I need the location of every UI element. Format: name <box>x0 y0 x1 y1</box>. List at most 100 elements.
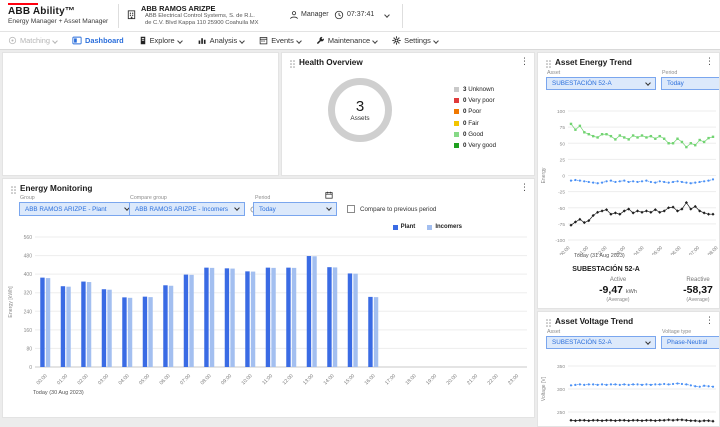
svg-text:17:00: 17:00 <box>384 373 397 385</box>
svg-text:05:00: 05:00 <box>651 245 664 255</box>
calendar-icon[interactable] <box>325 191 333 199</box>
svg-text:22:00: 22:00 <box>487 373 500 385</box>
svg-text:100: 100 <box>557 109 565 115</box>
app-title: ABB Ability™ <box>8 6 75 17</box>
svg-text:16:00: 16:00 <box>364 373 377 385</box>
building-icon <box>126 9 137 20</box>
svg-text:21:00: 21:00 <box>466 373 479 385</box>
svg-text:25: 25 <box>560 157 566 163</box>
drag-handle-icon[interactable] <box>290 60 295 68</box>
chevron-down-icon <box>239 38 245 44</box>
main-nav: Matching Dashboard Explore Analysis Even… <box>0 32 720 50</box>
nav-item-dashboard[interactable]: Dashboard <box>72 36 124 45</box>
svg-text:05:00: 05:00 <box>138 373 151 385</box>
asset-voltage-line-chart: 350300250Voltage [V] <box>538 354 720 427</box>
active-sub: (Average) <box>583 297 653 303</box>
line-chart-footer: Today (31 Aug 2023) <box>574 253 625 259</box>
svg-text:09:00: 09:00 <box>220 373 233 385</box>
bar-chart-legend: Plant Incomers <box>393 224 462 230</box>
svg-text:-50: -50 <box>558 206 565 212</box>
empty-widget-slot <box>2 52 279 176</box>
settings-icon <box>392 36 401 45</box>
asset-energy-line-chart: 1007550250-25-50-75-100Energy00:0001:000… <box>538 97 720 255</box>
svg-text:Energy: Energy <box>541 167 547 183</box>
asset-label: Asset <box>547 70 560 76</box>
chevron-down-icon <box>433 38 439 44</box>
company-name: ABB RAMOS ARIZPE <box>141 4 215 13</box>
voltage-type-select[interactable]: Phase-Neutral <box>661 336 720 349</box>
maintenance-icon <box>316 36 325 45</box>
analysis-icon <box>197 36 207 45</box>
chevron-down-icon <box>645 80 651 86</box>
clock-icon <box>334 10 344 20</box>
nav-item-maintenance[interactable]: Maintenance <box>316 36 377 45</box>
group-select[interactable]: ABB RAMOS ARIZPE - Plant <box>19 202 135 216</box>
header-divider <box>118 4 119 28</box>
time-display[interactable]: 07:37:41 <box>347 11 374 18</box>
chevron-down-icon <box>326 205 332 211</box>
svg-text:240: 240 <box>24 309 33 315</box>
svg-text:04:00: 04:00 <box>633 245 646 255</box>
time-chevron-down-icon[interactable] <box>384 12 390 18</box>
svg-text:480: 480 <box>24 254 33 260</box>
app-header: ABB Ability™ Energy Manager + Asset Mana… <box>0 0 720 32</box>
legend-item-very-poor: 0 Very poor <box>454 97 496 104</box>
drag-handle-icon[interactable] <box>11 186 16 194</box>
health-overview-panel: Health Overview ⋮ 3 Assets 3 Unknown 0 V… <box>281 52 535 176</box>
period-select[interactable]: Today <box>253 202 337 216</box>
period-select[interactable]: Today <box>661 77 720 90</box>
bar-chart-footer: Today (30 Aug 2023) <box>33 390 84 396</box>
energy-bar-chart: 080160240320400480560Energy [kWh]00:0001… <box>5 233 535 385</box>
nav-item-matching[interactable]: Matching <box>8 36 57 45</box>
asset-select[interactable]: SUBESTACIÓN 52-A <box>546 77 656 90</box>
svg-text:20:00: 20:00 <box>446 373 459 385</box>
health-donut-chart: 3 Assets <box>328 78 392 142</box>
nav-item-explore[interactable]: Explore <box>139 36 182 45</box>
svg-text:15:00: 15:00 <box>343 373 356 385</box>
legend-item-unknown: 3 Unknown <box>454 86 496 93</box>
legend-swatch <box>454 87 459 92</box>
svg-text:Energy [kWh]: Energy [kWh] <box>8 286 14 318</box>
reactive-value: -58,37 <box>663 284 720 296</box>
compare-group-label: Compare group <box>130 195 167 201</box>
svg-text:04:00: 04:00 <box>118 373 131 385</box>
compare-group-select[interactable]: ABB RAMOS ARIZPE - Incomers <box>129 202 245 216</box>
asset-select[interactable]: SUBESTACIÓN 52-A <box>546 336 656 349</box>
nav-item-events[interactable]: Events <box>259 36 301 45</box>
asset-label: Asset <box>547 329 560 335</box>
svg-text:-75: -75 <box>558 222 565 228</box>
drag-handle-icon[interactable] <box>546 319 551 327</box>
kebab-menu-icon[interactable]: ⋮ <box>705 315 714 325</box>
nav-item-settings[interactable]: Settings <box>392 36 438 45</box>
legend-item-poor: 0 Poor <box>454 108 496 115</box>
legend-item-plant: Plant <box>393 224 416 230</box>
asset-energy-trend-panel: Asset Energy Trend ⋮ Asset SUBESTACIÓN 5… <box>537 52 720 309</box>
compare-previous-checkbox[interactable] <box>347 205 355 213</box>
summary-asset-name: SUBESTACIÓN 52-A <box>541 266 671 273</box>
svg-text:80: 80 <box>26 346 32 352</box>
nav-item-analysis[interactable]: Analysis <box>197 36 245 45</box>
svg-text:560: 560 <box>24 235 33 241</box>
kebab-menu-icon[interactable]: ⋮ <box>520 182 529 192</box>
svg-text:320: 320 <box>24 291 33 297</box>
dashboard-icon <box>72 36 82 45</box>
svg-text:18:00: 18:00 <box>405 373 418 385</box>
svg-text:13:00: 13:00 <box>302 373 315 385</box>
drag-handle-icon[interactable] <box>546 60 551 68</box>
reactive-label: Reactive <box>663 277 720 283</box>
kebab-menu-icon[interactable]: ⋮ <box>705 56 714 66</box>
user-role-label[interactable]: Manager <box>301 11 329 18</box>
voltage-type-label: Voltage type <box>662 329 691 335</box>
app-subtitle: Energy Manager + Asset Manager <box>8 18 108 25</box>
reactive-sub: (Average) <box>663 297 720 303</box>
svg-text:10:00: 10:00 <box>241 373 254 385</box>
kebab-menu-icon[interactable]: ⋮ <box>520 56 529 66</box>
panel-title: Energy Monitoring <box>20 184 92 193</box>
legend-swatch <box>393 225 398 230</box>
svg-text:03:00: 03:00 <box>97 373 110 385</box>
period-label: Period <box>662 70 677 76</box>
svg-text:0: 0 <box>562 174 565 180</box>
svg-text:0: 0 <box>29 365 32 371</box>
chevron-down-icon <box>177 38 183 44</box>
svg-text:12:00: 12:00 <box>282 373 295 385</box>
